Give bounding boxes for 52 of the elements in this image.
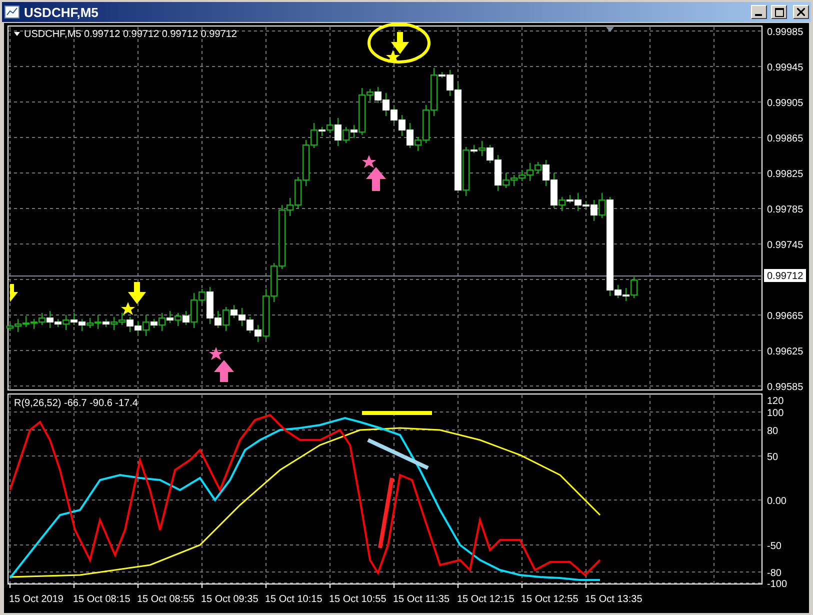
current-price-label: 0.99712 — [764, 269, 806, 282]
indicator-scale-label: 80 — [767, 426, 778, 437]
indicator-scale-label: 120 — [767, 396, 784, 407]
indicator-scale-label: 100 — [767, 408, 784, 419]
time-label: 15 Oct 08:15 — [73, 594, 130, 605]
time-label: 15 Oct 12:15 — [457, 594, 514, 605]
price-label: 0.99985 — [767, 27, 804, 38]
indicator-scale-label: 0.00 — [767, 496, 786, 507]
chart-window-icon — [4, 5, 20, 19]
down-arrow-icon — [391, 32, 409, 54]
chart-header: USDCHF,M5 0.99712 0.99712 0.99712 0.99712 — [24, 29, 237, 40]
star-icon — [362, 155, 376, 168]
trend-line — [367, 438, 429, 470]
price-label: 0.99945 — [767, 62, 804, 74]
trend-line — [362, 411, 432, 415]
up-arrow-icon — [366, 167, 386, 191]
indicator-label: R(9,26,52) -66.7 -90.6 -17.4 — [14, 398, 138, 409]
down-arrow-icon — [128, 282, 146, 304]
time-label: 15 Oct 2019 — [9, 594, 64, 605]
indicator-scale-label: 50 — [767, 452, 778, 463]
price-label: 0.99585 — [767, 382, 804, 393]
indicator-scale-label: -80 — [767, 568, 782, 579]
price-label: 0.99785 — [767, 204, 804, 216]
time-label: 15 Oct 12:55 — [521, 594, 578, 605]
price-label: 0.99825 — [767, 169, 804, 180]
price-label: 0.99745 — [767, 240, 804, 251]
trend-line — [378, 478, 394, 548]
maximize-button[interactable] — [771, 5, 787, 19]
star-icon — [121, 302, 135, 315]
time-label: 15 Oct 10:15 — [265, 594, 322, 605]
time-label: 15 Oct 08:55 — [137, 594, 194, 605]
indicator-scale-label: -50 — [767, 541, 782, 552]
shift-marker-icon[interactable] — [606, 27, 614, 32]
indicator-scale-label: -100 — [767, 579, 788, 590]
dropdown-icon[interactable] — [14, 32, 20, 36]
close-icon — [797, 8, 805, 16]
price-label: 0.99665 — [767, 311, 804, 322]
time-label: 15 Oct 10:55 — [329, 594, 386, 605]
time-label: 15 Oct 11:35 — [393, 594, 450, 605]
time-label: 15 Oct 09:35 — [201, 594, 258, 605]
close-button[interactable] — [793, 5, 809, 19]
star-icon — [386, 50, 400, 63]
minimize-button[interactable] — [751, 5, 767, 19]
maximize-icon — [774, 8, 784, 16]
window-title: USDCHF,M5 — [24, 4, 100, 20]
time-label: 15 Oct 13:35 — [585, 594, 642, 605]
price-label: 0.99625 — [767, 346, 804, 358]
star-icon — [209, 347, 223, 360]
down-arrow-icon — [10, 284, 18, 302]
price-label: 0.99905 — [767, 98, 804, 109]
up-arrow-icon — [214, 360, 234, 382]
price-label: 0.99865 — [767, 134, 804, 144]
